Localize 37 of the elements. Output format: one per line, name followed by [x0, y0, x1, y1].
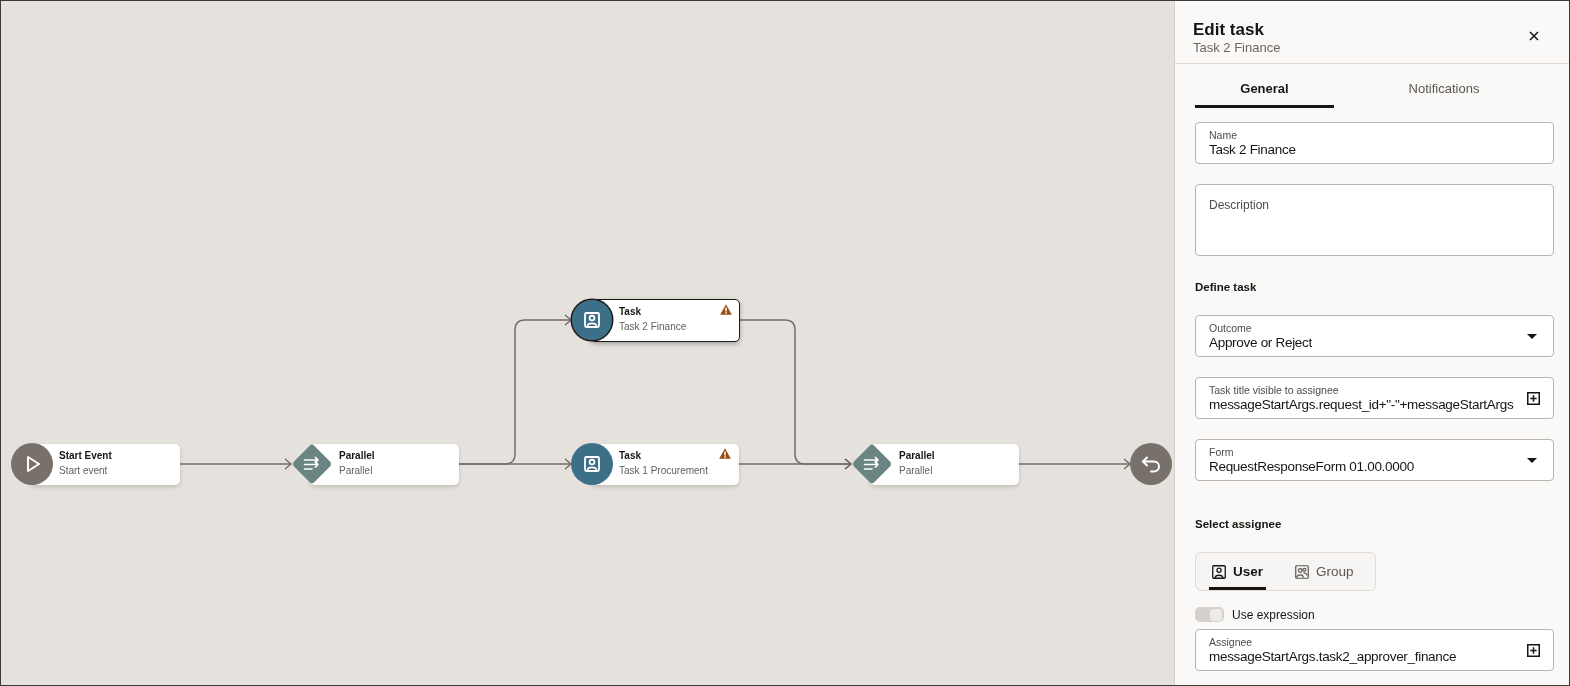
node-title: Parallel — [899, 450, 936, 462]
node-title: Task — [619, 450, 643, 462]
person-icon — [1212, 564, 1226, 579]
text-field[interactable]: Name Task 2 Finance — [1195, 122, 1554, 164]
person-icon — [570, 442, 614, 486]
section-heading: Define task — [1195, 280, 1257, 294]
section-heading: Select assignee — [1195, 517, 1282, 531]
close-icon — [1529, 31, 1539, 41]
caret-down-icon — [1527, 457, 1537, 463]
text-area[interactable]: Description — [1195, 184, 1554, 256]
node-subtitle: Task 1 Procurement — [619, 464, 709, 478]
node-subtitle: Parallel — [339, 464, 374, 478]
plus-square-icon[interactable] — [1527, 391, 1540, 405]
segment-button[interactable]: Group — [1292, 553, 1357, 590]
node-subtitle: Parallel — [899, 464, 934, 478]
people-icon — [1295, 564, 1310, 579]
tab[interactable]: Notifications — [1334, 73, 1554, 108]
node-subtitle: Task 2 Finance — [619, 320, 688, 334]
diamond-arrows-icon — [290, 442, 334, 486]
expression-field[interactable]: Task title visible to assignee messageStartArgs.request_id+"-"+messageStartArgs — [1195, 377, 1554, 419]
panel-subtitle: Task 2 Finance — [1193, 40, 1281, 56]
diamond-arrows-icon — [850, 442, 894, 486]
tab[interactable]: General — [1195, 73, 1334, 108]
dropdown-field[interactable]: Outcome Approve or Reject — [1195, 315, 1554, 357]
node-subtitle: Start event — [59, 464, 109, 478]
caret-down-icon — [1527, 333, 1537, 339]
person-icon — [570, 298, 614, 342]
expression-field[interactable]: Assignee messageStartArgs.task2_approver_finance — [1195, 629, 1554, 671]
panel-title: Edit task — [1193, 20, 1265, 40]
toggle-label: Use expression — [1232, 607, 1315, 622]
node-title: Start Event — [59, 450, 113, 462]
dropdown-field[interactable]: Form RequestResponseForm 01.00.0000 — [1195, 439, 1554, 481]
segment-button[interactable]: User — [1209, 553, 1267, 590]
play-icon — [10, 442, 54, 486]
node-title: Parallel — [339, 450, 376, 462]
plus-square-icon[interactable] — [1527, 643, 1540, 657]
node-title: Task — [619, 306, 643, 318]
